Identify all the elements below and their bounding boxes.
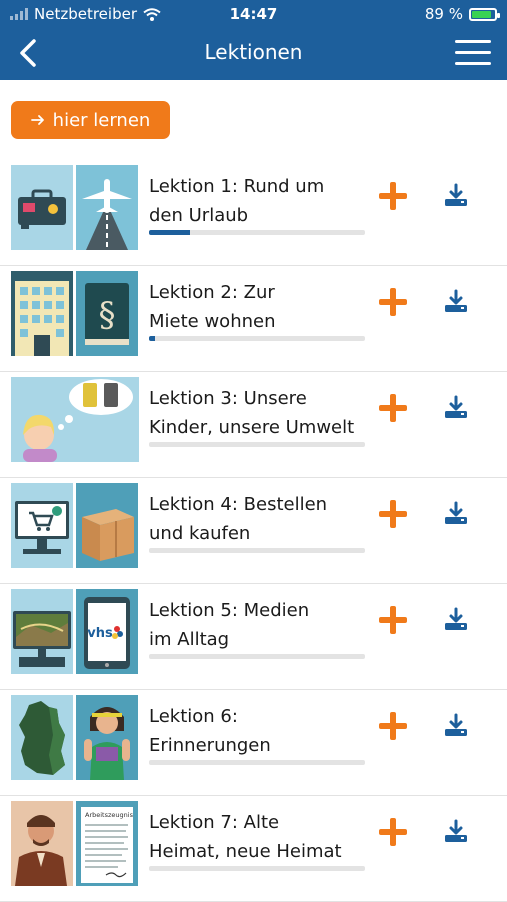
- lesson-title-line: Erinnerungen: [149, 735, 271, 756]
- lesson-row-3[interactable]: Lektion 3: Unsere Kinder, unsere Umwelt: [0, 372, 507, 478]
- hamburger-menu-icon[interactable]: [455, 40, 491, 66]
- lesson-row-7[interactable]: Arbeitszeugnis Lektion 7: Alte Heimat, n…: [0, 796, 507, 902]
- lesson-list: Lektion 1: Rund um den Urlaub § Lektion …: [0, 160, 507, 902]
- progress-bar: [149, 336, 365, 341]
- lesson-title-line: im Alltag: [149, 629, 230, 650]
- lesson-5-thumbnail: vhs: [11, 589, 139, 674]
- download-icon[interactable]: [442, 606, 470, 634]
- lesson-7-thumbnail: Arbeitszeugnis: [11, 801, 139, 886]
- lesson-row-5[interactable]: vhs Lektion 5: Medien im Alltag: [0, 584, 507, 690]
- vhs-logo-text: vhs: [87, 626, 113, 641]
- lesson-title: Lektion 5: Medien im Alltag: [149, 596, 369, 654]
- download-icon[interactable]: [442, 712, 470, 740]
- svg-text:§: §: [99, 295, 116, 335]
- lesson-row-1[interactable]: Lektion 1: Rund um den Urlaub: [0, 160, 507, 266]
- lesson-4-thumbnail: [11, 483, 139, 568]
- lesson-title: Lektion 3: Unsere Kinder, unsere Umwelt: [149, 384, 369, 442]
- arrow-right-icon: [30, 115, 44, 125]
- lesson-row-4[interactable]: Lektion 4: Bestellen und kaufen: [0, 478, 507, 584]
- progress-bar: [149, 760, 365, 765]
- lesson-1-thumbnail: [11, 165, 139, 250]
- download-icon[interactable]: [442, 818, 470, 846]
- progress-bar: [149, 442, 365, 447]
- lesson-title-line: und kaufen: [149, 523, 251, 544]
- lesson-title-line: Lektion 6:: [149, 706, 238, 727]
- lesson-title-line: Miete wohnen: [149, 311, 276, 332]
- battery-icon: [469, 7, 500, 21]
- download-icon[interactable]: [442, 394, 470, 422]
- page-title: Lektionen: [204, 40, 303, 64]
- lesson-title: Lektion 7: Alte Heimat, neue Heimat: [149, 808, 369, 866]
- plus-icon[interactable]: [379, 500, 407, 528]
- lesson-row-2[interactable]: § Lektion 2: Zur Miete wohnen: [0, 266, 507, 372]
- progress-fill: [149, 230, 191, 235]
- lesson-6-thumbnail: [11, 695, 139, 780]
- lesson-title: Lektion 1: Rund um den Urlaub: [149, 172, 369, 230]
- plus-icon[interactable]: [379, 606, 407, 634]
- lesson-title-line: Lektion 1: Rund um: [149, 176, 325, 197]
- lesson-title-line: Lektion 2: Zur: [149, 282, 275, 303]
- lesson-title-line: Heimat, neue Heimat: [149, 841, 342, 862]
- download-icon[interactable]: [442, 182, 470, 210]
- progress-bar: [149, 866, 365, 871]
- lesson-row-6[interactable]: Lektion 6: Erinnerungen: [0, 690, 507, 796]
- lesson-title-line: Lektion 3: Unsere: [149, 388, 307, 409]
- download-icon[interactable]: [442, 288, 470, 316]
- lesson-3-thumbnail: [11, 377, 139, 462]
- plus-icon[interactable]: [379, 182, 407, 210]
- navigation-bar: Lektionen: [0, 28, 507, 80]
- lesson-title-line: Lektion 7: Alte: [149, 812, 280, 833]
- progress-bar: [149, 230, 365, 235]
- app-header: Netzbetreiber 14:47 89 % Lektionen: [0, 0, 507, 80]
- progress-bar: [149, 654, 365, 659]
- progress-fill: [149, 336, 156, 341]
- learn-here-button[interactable]: hier lernen: [11, 101, 170, 139]
- battery-percent: 89 %: [424, 5, 463, 23]
- lesson-title-line: Lektion 5: Medien: [149, 600, 310, 621]
- status-bar: Netzbetreiber 14:47 89 %: [0, 0, 507, 28]
- lesson-title-line: Kinder, unsere Umwelt: [149, 417, 355, 438]
- progress-bar: [149, 548, 365, 553]
- lesson-title-line: den Urlaub: [149, 205, 249, 226]
- plus-icon[interactable]: [379, 394, 407, 422]
- lesson-title: Lektion 2: Zur Miete wohnen: [149, 278, 369, 336]
- learn-here-label: hier lernen: [52, 109, 151, 131]
- plus-icon[interactable]: [379, 288, 407, 316]
- plus-icon[interactable]: [379, 712, 407, 740]
- arbeitszeugnis-text: Arbeitszeugnis: [85, 811, 134, 819]
- lesson-title-line: Lektion 4: Bestellen: [149, 494, 328, 515]
- plus-icon[interactable]: [379, 818, 407, 846]
- download-icon[interactable]: [442, 500, 470, 528]
- lesson-title: Lektion 4: Bestellen und kaufen: [149, 490, 369, 548]
- lesson-title: Lektion 6: Erinnerungen: [149, 702, 369, 760]
- lesson-2-thumbnail: §: [11, 271, 139, 356]
